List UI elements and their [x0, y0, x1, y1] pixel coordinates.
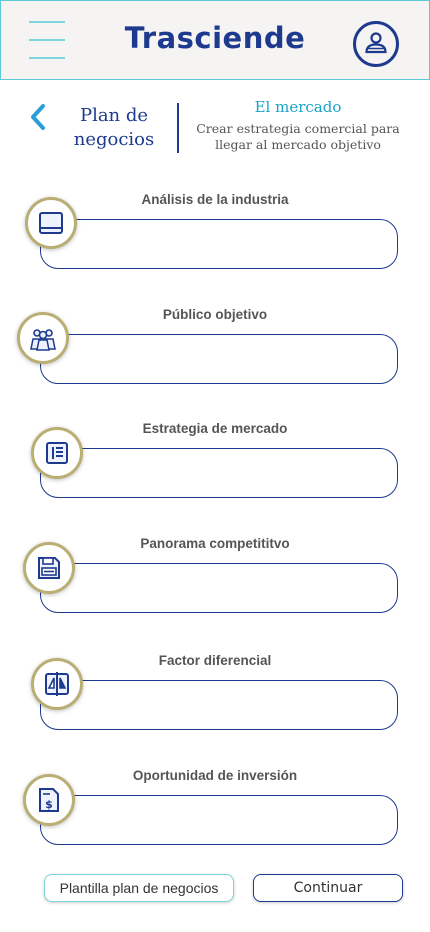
continue-button[interactable]: Continuar	[253, 874, 403, 902]
subsection-description: Crear estrategia comercial para llegar a…	[196, 121, 400, 152]
industry-analysis-input[interactable]	[40, 219, 398, 269]
business-plan-screen: Trasciende Plan de negocios El mercado C…	[0, 0, 430, 932]
section-title: Plan de negocios	[73, 105, 155, 150]
field-label-industry-analysis: Análisis de la industria	[141, 192, 289, 207]
divider	[177, 103, 179, 153]
field-label-competitive-landscape: Panorama competititvo	[140, 536, 290, 551]
field-label-differentiator: Factor diferencial	[158, 653, 272, 668]
differentiator-input[interactable]	[40, 680, 398, 730]
field-label-target-audience: Público objetivo	[162, 307, 268, 322]
svg-text:$: $	[45, 798, 53, 811]
back-button[interactable]	[28, 100, 50, 134]
field-label-market-strategy: Estrategia de mercado	[142, 421, 288, 436]
investment-opportunity-input[interactable]	[40, 795, 398, 845]
market-strategy-input[interactable]	[40, 448, 398, 498]
app-header: Trasciende	[0, 0, 430, 80]
group-icon	[17, 312, 69, 364]
business-plan-template-button[interactable]: Plantilla plan de negocios	[44, 874, 234, 902]
floppy-disk-icon	[23, 542, 75, 594]
user-profile-icon[interactable]	[353, 21, 399, 67]
target-audience-input[interactable]	[40, 334, 398, 384]
field-label-investment-opportunity: Oportunidad de inversión	[132, 768, 298, 783]
subsection-title: El mercado	[254, 98, 342, 116]
invoice-dollar-icon: $	[23, 774, 75, 826]
competitive-landscape-input[interactable]	[40, 563, 398, 613]
list-document-icon	[31, 427, 83, 479]
panel-icon	[25, 197, 77, 249]
compare-icon	[31, 658, 83, 710]
chevron-left-icon	[31, 104, 45, 130]
